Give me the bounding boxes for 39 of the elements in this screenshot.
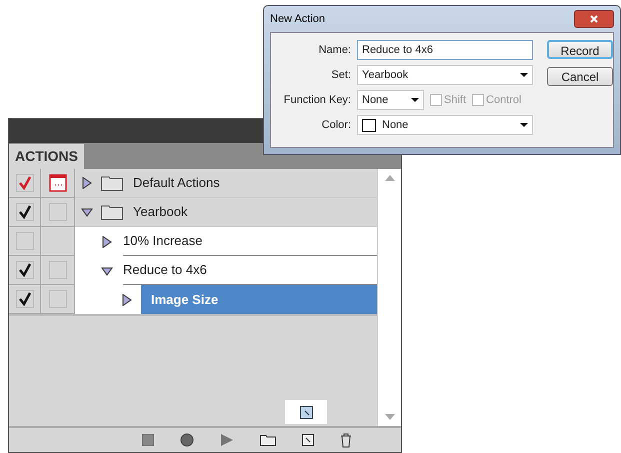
dialog-toggle-checkbox[interactable] <box>48 261 66 279</box>
dialog-button[interactable]: Record <box>547 40 613 59</box>
expand-right-icon[interactable] <box>121 294 133 306</box>
expand-down-icon[interactable] <box>81 206 93 218</box>
function-key-dropdown[interactable]: None <box>357 90 424 110</box>
field-label: Color: <box>320 118 351 133</box>
close-icon <box>590 15 598 23</box>
page-icon <box>300 406 312 418</box>
name-input-field[interactable]: Reduce to 4x6 <box>357 40 533 60</box>
folder-icon <box>101 175 123 191</box>
record-icon[interactable] <box>180 433 194 447</box>
action-label[interactable]: Default Actions <box>133 169 230 197</box>
set-dropdown[interactable]: Yearbook <box>357 65 533 85</box>
dialog-toggle-icon[interactable] <box>48 174 66 192</box>
field-label: Function Key: <box>282 92 351 108</box>
color-swatch <box>362 118 376 132</box>
action-label[interactable]: Yearbook <box>133 198 198 226</box>
color-dropdown[interactable]: None <box>357 115 533 135</box>
dialog-title: New Action <box>270 12 326 27</box>
dialog-toggle-checkbox[interactable] <box>48 203 66 221</box>
field-label: Name: <box>318 42 351 58</box>
close-button[interactable] <box>574 10 614 28</box>
expand-right-icon[interactable] <box>81 177 93 189</box>
dialog-button[interactable]: Cancel <box>547 67 613 86</box>
field-label: Set: <box>330 68 351 83</box>
new-page-icon[interactable] <box>302 434 314 446</box>
folder-icon[interactable] <box>260 434 276 446</box>
folder-icon <box>101 204 123 220</box>
trash-icon[interactable] <box>340 432 352 448</box>
action-label[interactable]: Image Size <box>141 285 377 314</box>
actions-tab[interactable]: ACTIONS <box>9 144 84 169</box>
dialog-toggle-checkbox[interactable] <box>48 290 66 308</box>
play-icon[interactable] <box>220 433 234 447</box>
expand-down-icon[interactable] <box>101 264 113 276</box>
expand-right-icon[interactable] <box>101 236 113 248</box>
dropdown-caret-icon <box>520 73 528 77</box>
dropdown-caret-icon <box>520 123 528 127</box>
dropdown-caret-icon <box>411 98 419 102</box>
toggle-checkbox[interactable] <box>16 232 34 250</box>
